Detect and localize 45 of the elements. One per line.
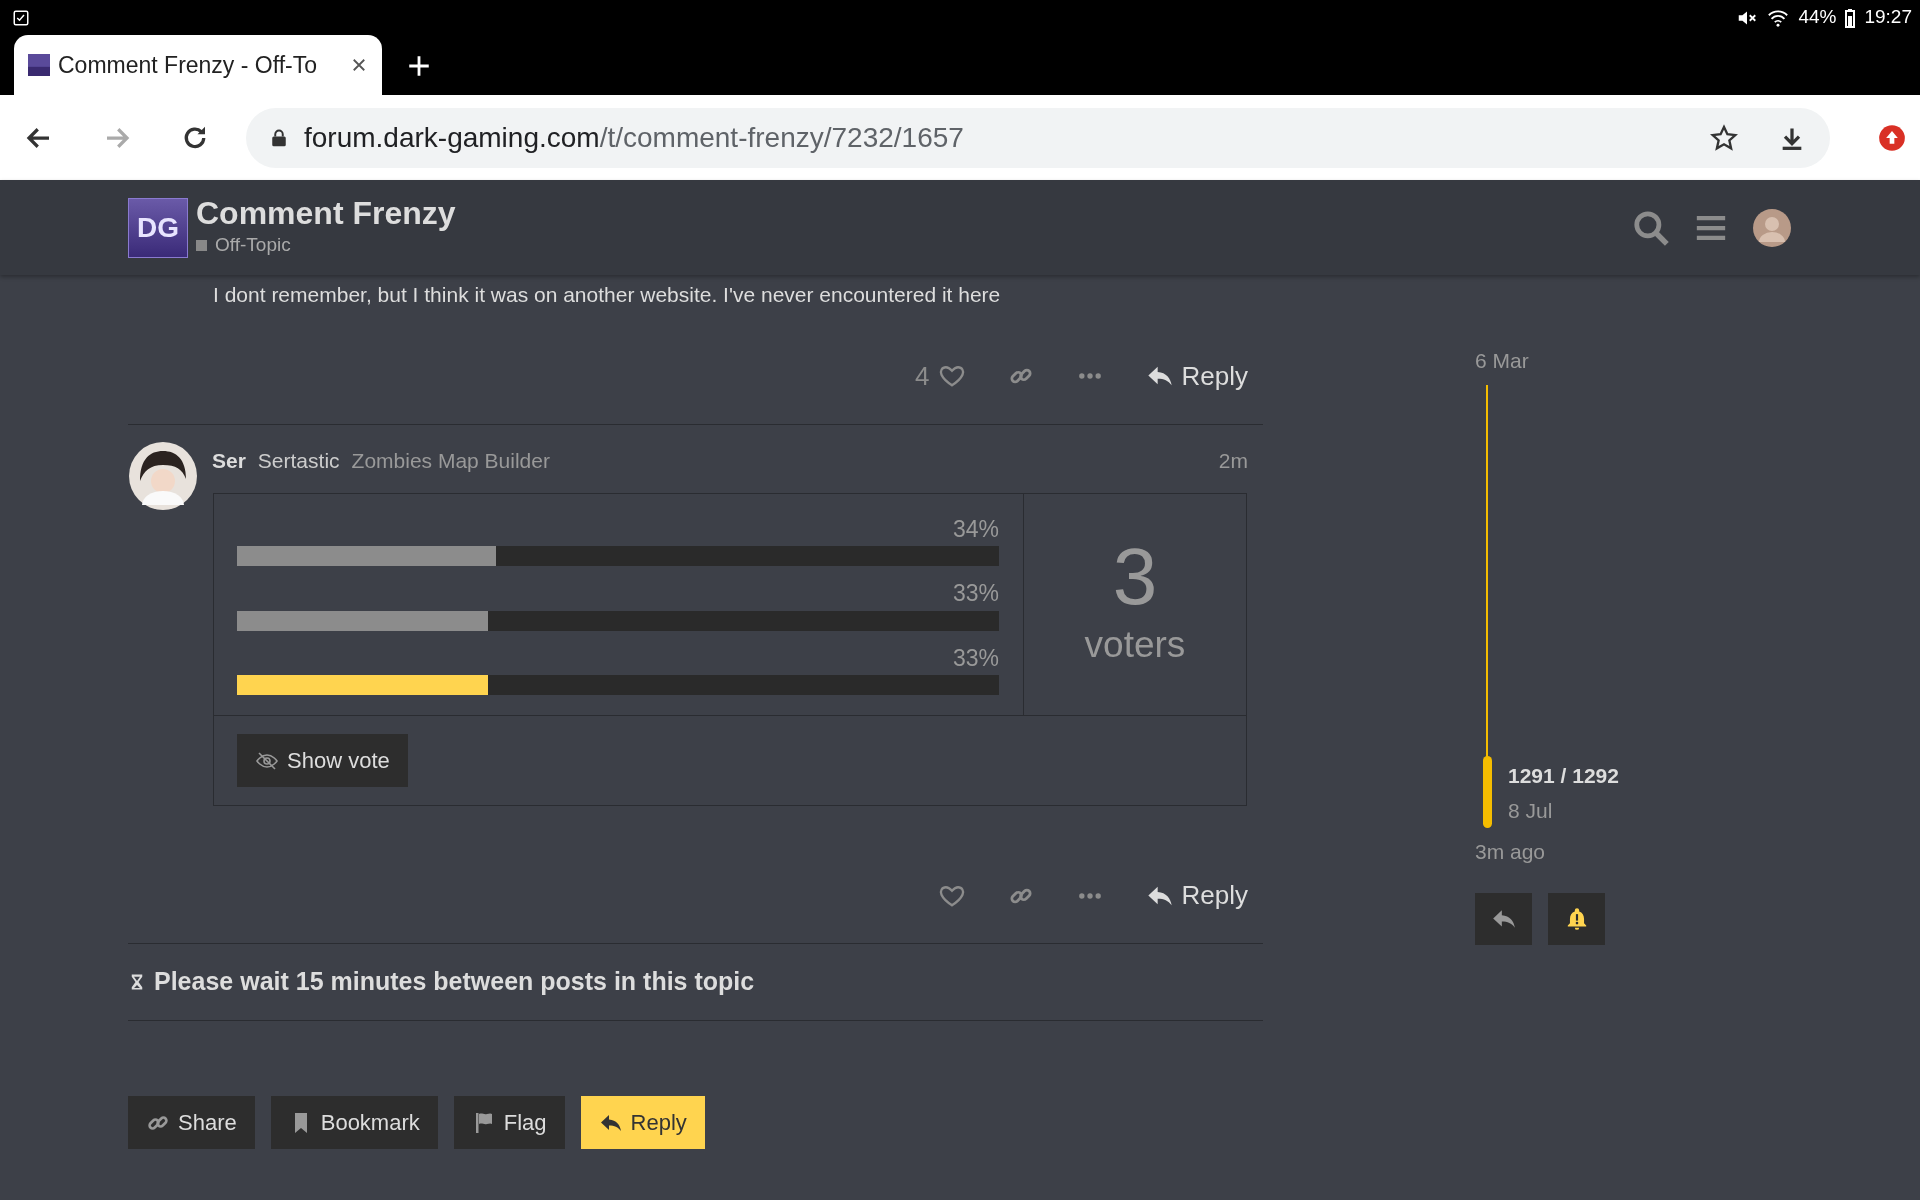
- notifications-button[interactable]: [1548, 893, 1605, 945]
- post-position: 1291 / 1292: [1508, 762, 1619, 789]
- timeline-end-date[interactable]: 3m ago: [1475, 835, 1619, 867]
- poster-avatar[interactable]: [128, 440, 198, 511]
- topic-title[interactable]: Comment Frenzy: [196, 195, 1632, 231]
- timeline-handle[interactable]: [1483, 755, 1492, 828]
- category-square-icon: [196, 239, 207, 251]
- favicon-icon: [28, 54, 50, 76]
- username[interactable]: Ser: [212, 444, 246, 476]
- upload-badge-icon[interactable]: [1878, 123, 1906, 152]
- user-title: Zombies Map Builder: [351, 447, 550, 474]
- user-avatar[interactable]: [1752, 207, 1792, 248]
- forum-logo[interactable]: DG: [128, 197, 188, 258]
- reply-button[interactable]: Reply: [1145, 356, 1248, 396]
- voter-count: 3: [1112, 536, 1158, 617]
- search-icon[interactable]: [1632, 208, 1670, 247]
- like-count: 4: [915, 359, 930, 393]
- flag-button[interactable]: Flag: [453, 1096, 565, 1149]
- address-bar[interactable]: forum.dark-gaming.com/t/comment-frenzy/7232/1657: [246, 107, 1830, 168]
- poll-percent: 33%: [951, 643, 999, 673]
- voters-label: voters: [1084, 622, 1186, 667]
- reply-button[interactable]: [1475, 893, 1532, 945]
- timeline-start-date[interactable]: 6 Mar: [1475, 345, 1619, 377]
- post-text: I dont remember, but I think it was on another website. I've never encountered it here: [213, 283, 1001, 306]
- url-text: forum.dark-gaming.com/t/comment-frenzy/7232/1657: [304, 120, 965, 155]
- poll-percent: 33%: [951, 579, 999, 608]
- category-link[interactable]: Off-Topic: [215, 230, 291, 260]
- close-icon[interactable]: [350, 56, 368, 74]
- reply-button[interactable]: Reply: [1145, 876, 1248, 915]
- show-vote-button[interactable]: Show vote: [237, 734, 408, 787]
- star-icon[interactable]: [1710, 123, 1738, 152]
- bookmark-button[interactable]: Bookmark: [270, 1096, 438, 1149]
- post-time[interactable]: 2m: [1218, 444, 1248, 511]
- clock: 19:27: [1864, 5, 1912, 30]
- share-button[interactable]: Share: [128, 1096, 255, 1149]
- battery-icon: [1844, 7, 1857, 28]
- rate-limit-notice: Please wait 15 minutes between posts in this topic: [154, 966, 755, 998]
- poll-percent: 34%: [951, 514, 999, 544]
- full-name[interactable]: Sertastic: [257, 444, 340, 476]
- new-tab-icon[interactable]: [406, 53, 432, 79]
- battery-percent: 44%: [1798, 5, 1837, 30]
- browser-tab[interactable]: Comment Frenzy - Off-To: [14, 35, 382, 95]
- timeline-date: 8 Jul: [1508, 798, 1554, 824]
- reply-button[interactable]: Reply: [580, 1096, 705, 1149]
- tab-title: Comment Frenzy - Off-To: [58, 50, 319, 80]
